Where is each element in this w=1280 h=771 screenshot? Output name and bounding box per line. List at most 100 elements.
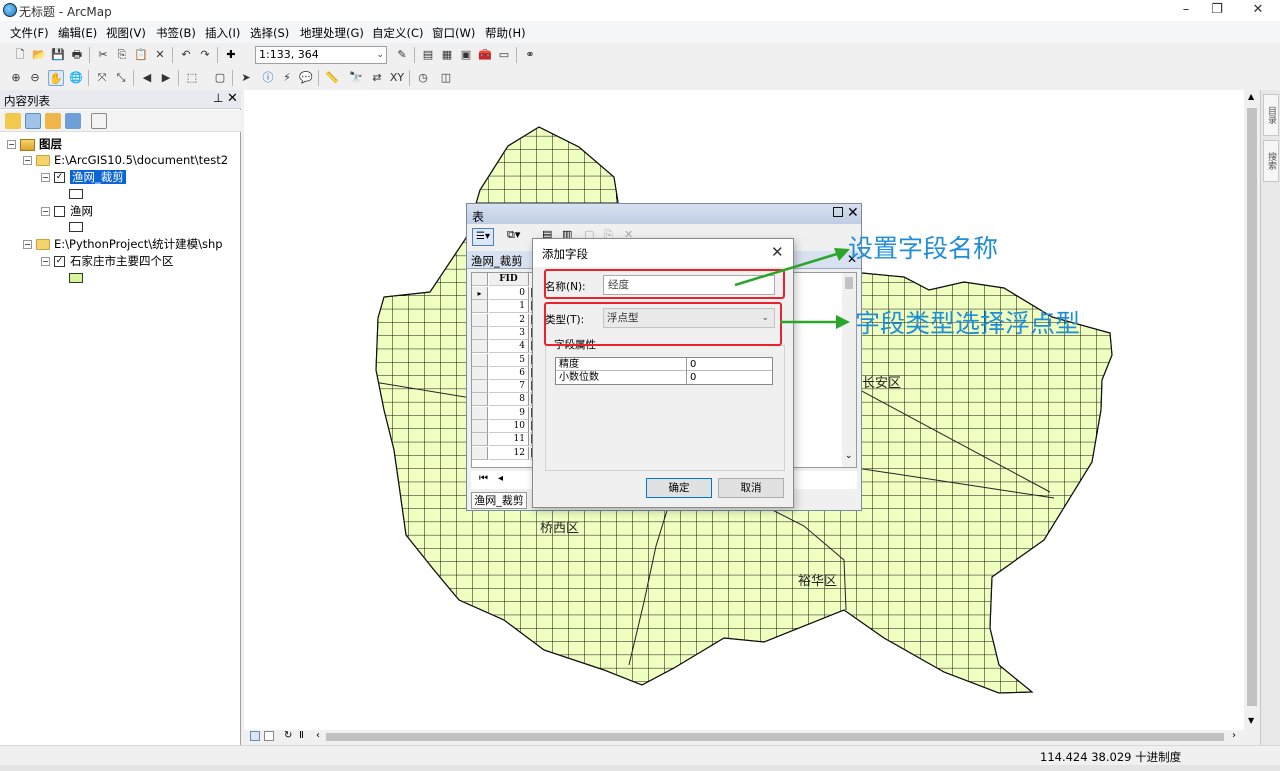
- search-window-icon[interactable]: ▣: [458, 47, 474, 63]
- toc-close-icon[interactable]: ✕: [227, 91, 238, 106]
- grid-fid-cell[interactable]: 10: [489, 420, 529, 433]
- zoom-out-icon[interactable]: ⊖: [27, 70, 43, 86]
- grid-row-header[interactable]: [472, 380, 488, 394]
- tree-layer-fishnet-clip[interactable]: − ✓ 渔网_裁剪: [41, 169, 126, 185]
- open-folder-icon[interactable]: 📂: [31, 47, 47, 63]
- forward-extent-icon[interactable]: ▶: [158, 70, 174, 86]
- grid-fid-cell[interactable]: 0: [489, 287, 529, 300]
- collapse-icon[interactable]: −: [23, 156, 32, 165]
- options-icon[interactable]: [91, 113, 107, 129]
- column-header-fid[interactable]: FID: [489, 273, 529, 286]
- collapse-icon[interactable]: −: [41, 257, 50, 266]
- identify-icon[interactable]: ⓘ: [260, 70, 276, 86]
- grid-row-header[interactable]: [472, 406, 488, 420]
- menu-selection[interactable]: 选择(S): [250, 25, 289, 41]
- catalog-dock-tab[interactable]: 目录: [1263, 94, 1279, 136]
- search-dock-tab[interactable]: 搜索: [1263, 140, 1279, 182]
- html-popup-icon[interactable]: 💬: [298, 70, 314, 86]
- copy-icon[interactable]: ⎘: [114, 47, 130, 63]
- measure-icon[interactable]: 📏: [324, 70, 340, 86]
- menu-insert[interactable]: 插入(I): [205, 25, 240, 41]
- find-binoculars-icon[interactable]: 🔭: [348, 70, 364, 86]
- python-window-icon[interactable]: ▭: [496, 47, 512, 63]
- ok-button[interactable]: 确定: [646, 478, 712, 498]
- first-record-icon[interactable]: ⏮: [479, 473, 488, 484]
- time-slider-icon[interactable]: ◷: [415, 70, 431, 86]
- grid-row-header[interactable]: [472, 446, 488, 460]
- menu-customize[interactable]: 自定义(C): [372, 25, 424, 41]
- maximize-icon[interactable]: [833, 207, 843, 217]
- map-horizontal-scrollbar[interactable]: ↻ Ⅱ ‹ ›: [244, 730, 1260, 744]
- scroll-right-icon[interactable]: ›: [1232, 730, 1236, 741]
- create-viewer-window-icon[interactable]: ◫: [438, 70, 454, 86]
- grid-row-header[interactable]: [472, 433, 488, 447]
- previous-record-icon[interactable]: ◂: [498, 473, 503, 484]
- zoom-in-icon[interactable]: ⊕: [8, 70, 24, 86]
- collapse-icon[interactable]: −: [41, 173, 50, 182]
- grid-row-header[interactable]: [472, 300, 488, 314]
- pan-hand-icon[interactable]: ✋: [48, 70, 64, 86]
- grid-fid-cell[interactable]: 9: [489, 406, 529, 420]
- scale-value[interactable]: 0: [688, 371, 772, 384]
- back-extent-icon[interactable]: ◀: [139, 70, 155, 86]
- list-by-visibility-icon[interactable]: [45, 113, 61, 129]
- hyperlink-icon[interactable]: ⚡: [279, 70, 295, 86]
- modelbuilder-icon[interactable]: ⚭: [522, 47, 538, 63]
- layer-visibility-checkbox[interactable]: ✓: [54, 256, 65, 267]
- minimize-button[interactable]: –: [1176, 2, 1196, 18]
- menu-bookmarks[interactable]: 书签(B): [156, 25, 196, 41]
- data-view-icon[interactable]: [264, 731, 274, 741]
- grid-fid-cell[interactable]: 6: [489, 366, 529, 380]
- scrollbar-thumb[interactable]: [326, 733, 1224, 741]
- grid-row-header[interactable]: [472, 353, 488, 367]
- grid-row-header[interactable]: [472, 340, 488, 354]
- grid-fid-cell[interactable]: 12: [489, 446, 529, 460]
- scrollbar-thumb[interactable]: [1247, 108, 1257, 706]
- collapse-icon[interactable]: −: [23, 240, 32, 249]
- cut-icon[interactable]: ✂: [95, 47, 111, 63]
- table-options-icon[interactable]: ☰▾: [472, 228, 494, 246]
- menu-help[interactable]: 帮助(H): [485, 25, 526, 41]
- pin-icon[interactable]: ⊥: [213, 91, 223, 105]
- arctoolbox-icon[interactable]: 🧰: [477, 47, 493, 63]
- grid-row-header[interactable]: [472, 420, 488, 433]
- grid-fid-cell[interactable]: 7: [489, 380, 529, 394]
- grid-fid-cell[interactable]: 3: [489, 326, 529, 340]
- collapse-icon[interactable]: −: [41, 207, 50, 216]
- menu-windows[interactable]: 窗口(W): [432, 25, 475, 41]
- grid-fid-cell[interactable]: 2: [489, 313, 529, 327]
- delete-icon[interactable]: ✕: [152, 47, 168, 63]
- full-extent-globe-icon[interactable]: 🌐: [68, 70, 84, 86]
- symbol-swatch[interactable]: [69, 222, 83, 232]
- select-elements-arrow-icon[interactable]: ➤: [238, 70, 254, 86]
- scroll-down-icon[interactable]: ▼: [1248, 716, 1254, 725]
- table-tab-name[interactable]: 渔网_裁剪: [471, 253, 523, 269]
- grid-row-header[interactable]: [472, 313, 488, 327]
- menu-view[interactable]: 视图(V): [106, 25, 146, 41]
- editor-toolbar-icon[interactable]: ✎: [394, 47, 410, 63]
- scroll-up-icon[interactable]: ▲: [1248, 92, 1254, 101]
- cancel-button[interactable]: 取消: [718, 478, 784, 498]
- grid-row-header[interactable]: [472, 326, 488, 340]
- related-tables-icon[interactable]: ⧉▾: [507, 228, 520, 242]
- print-icon[interactable]: 🖶: [69, 47, 85, 63]
- clear-selection-icon[interactable]: ▢: [212, 70, 228, 86]
- tree-layer-districts[interactable]: − ✓ 石家庄市主要四个区: [41, 253, 174, 269]
- scroll-left-icon[interactable]: ‹: [316, 730, 320, 741]
- go-to-xy-icon[interactable]: XY: [389, 70, 405, 86]
- grid-fid-cell[interactable]: 5: [489, 353, 529, 367]
- chevron-down-icon[interactable]: ⌄: [845, 451, 853, 461]
- undo-icon[interactable]: ↶: [178, 47, 194, 63]
- list-by-drawing-order-icon[interactable]: [5, 113, 21, 129]
- map-scale-combo[interactable]: 1:133, 364 ⌄: [255, 46, 387, 64]
- table-of-contents-icon[interactable]: ▤: [420, 47, 436, 63]
- list-by-source-icon[interactable]: [25, 113, 41, 129]
- add-data-icon[interactable]: ✚: [223, 47, 239, 63]
- grid-fid-cell[interactable]: 4: [489, 340, 529, 354]
- grid-fid-cell[interactable]: 11: [489, 433, 529, 447]
- layer-visibility-checkbox[interactable]: ✓: [54, 172, 65, 183]
- fixed-zoom-out-icon[interactable]: ⤡: [113, 70, 129, 86]
- maximize-button[interactable]: ❐: [1207, 2, 1227, 18]
- redo-icon[interactable]: ↷: [197, 47, 213, 63]
- close-button[interactable]: ✕: [1248, 2, 1268, 18]
